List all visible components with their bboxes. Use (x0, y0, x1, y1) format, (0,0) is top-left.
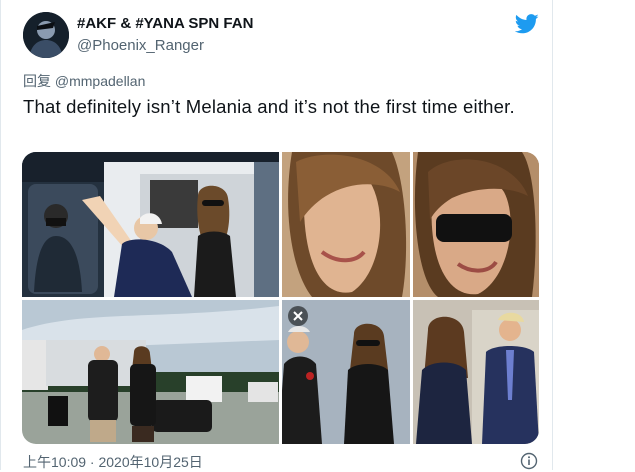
tweet-text: That definitely isn’t Melania and it’s n… (23, 96, 515, 117)
tweet-card: #AKF & #YANA SPN FAN @Phoenix_Ranger 回复 … (0, 0, 553, 470)
reply-prefix: 回复 (23, 73, 51, 89)
twitter-bird-icon[interactable] (515, 14, 539, 34)
user-handle[interactable]: @Phoenix_Ranger (77, 37, 204, 54)
photo-tarmac[interactable] (22, 300, 279, 444)
reply-context: 回复 @mmpadellan (23, 71, 145, 91)
photo-standing-comparison[interactable] (282, 300, 539, 444)
avatar[interactable] (23, 12, 69, 58)
info-icon[interactable] (520, 452, 538, 470)
photo-face-comparison[interactable] (282, 152, 539, 297)
display-name[interactable]: #AKF & #YANA SPN FAN (77, 15, 253, 32)
photo-airplane-door[interactable] (22, 152, 279, 297)
tweet-timestamp[interactable]: 上午10:09 · 2020年10月25日 (23, 452, 203, 472)
media-grid[interactable] (22, 152, 539, 444)
reply-mention-link[interactable]: @mmpadellan (55, 73, 145, 89)
